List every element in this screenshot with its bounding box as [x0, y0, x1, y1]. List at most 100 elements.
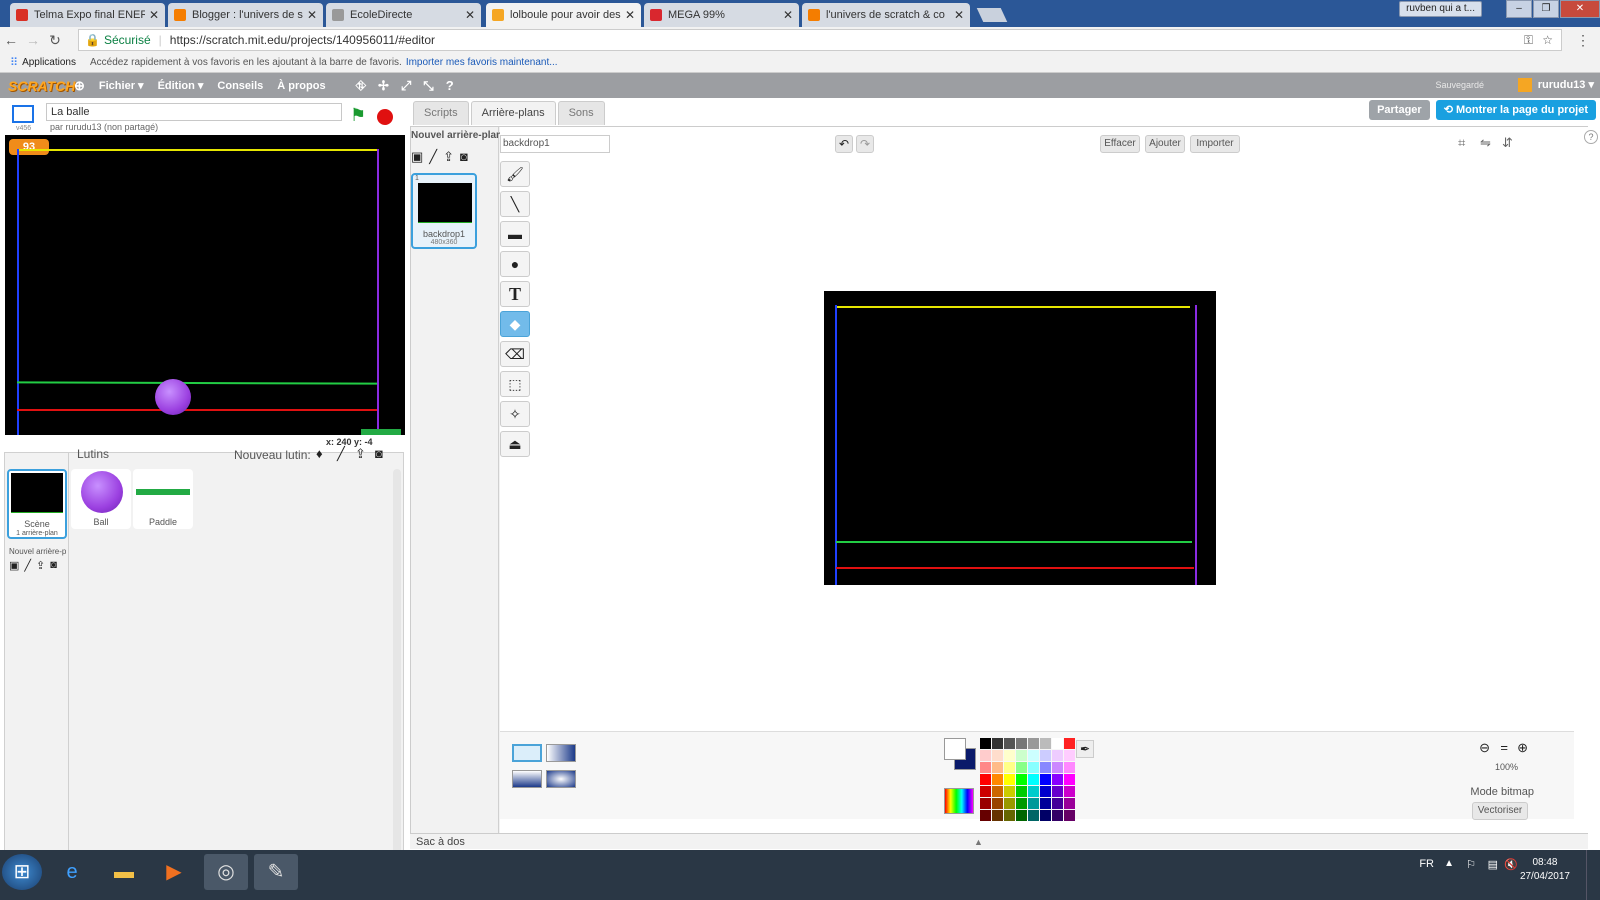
- browser-tab[interactable]: EcoleDirecte ✕: [326, 3, 481, 27]
- close-tab-icon[interactable]: ✕: [307, 8, 317, 22]
- browser-tab[interactable]: l'univers de scratch & co ✕: [802, 3, 970, 27]
- zoom-out-icon[interactable]: ⊖: [1479, 740, 1490, 756]
- globe-icon[interactable]: ⊕: [74, 78, 85, 94]
- color-swatch[interactable]: [1064, 810, 1075, 821]
- camera-backdrop-icon[interactable]: ◙: [50, 559, 57, 572]
- magic-select-tool[interactable]: ✧: [500, 401, 530, 427]
- camera-icon[interactable]: ◙: [460, 149, 468, 165]
- reload-icon[interactable]: ↻: [44, 32, 66, 49]
- zoom-reset-icon[interactable]: =: [1500, 740, 1508, 755]
- paint-backdrop-icon[interactable]: ╱: [24, 559, 31, 572]
- menu-about[interactable]: À propos: [277, 80, 325, 92]
- color-swatch[interactable]: [980, 798, 991, 809]
- brush-tool[interactable]: 🖌: [500, 161, 530, 187]
- menu-file[interactable]: Fichier ▾: [99, 79, 144, 92]
- paint-canvas[interactable]: [824, 291, 1216, 585]
- duplicate-icon[interactable]: ⛗: [356, 78, 366, 94]
- color-swatch[interactable]: [980, 810, 991, 821]
- backdrop-library-icon[interactable]: ▣: [411, 149, 423, 165]
- close-tab-icon[interactable]: ✕: [465, 8, 475, 22]
- color-swatch[interactable]: [1052, 774, 1063, 785]
- backdrop-library-icon[interactable]: ▣: [9, 559, 19, 572]
- color-swatch[interactable]: [1052, 762, 1063, 773]
- url-field[interactable]: 🔒 Sécurisé | https://scratch.mit.edu/pro…: [78, 29, 1562, 51]
- project-title-input[interactable]: La balle: [46, 103, 342, 121]
- color-swatch[interactable]: [992, 810, 1003, 821]
- color-swatch[interactable]: [1016, 750, 1027, 761]
- color-swatch[interactable]: [1004, 750, 1015, 761]
- sprite-scrollbar[interactable]: [393, 469, 401, 859]
- new-tab-button[interactable]: [976, 8, 1008, 22]
- color-swatch[interactable]: [1028, 738, 1039, 749]
- color-swatch[interactable]: [1064, 750, 1075, 761]
- stamp-tool[interactable]: ⏏: [500, 431, 530, 457]
- color-swatch[interactable]: [1064, 738, 1075, 749]
- tray-arrow-icon[interactable]: ▲: [1444, 858, 1454, 869]
- profile-badge[interactable]: ruvben qui a t...: [1399, 1, 1482, 17]
- color-swatch[interactable]: [1016, 810, 1027, 821]
- color-swatch[interactable]: [1004, 774, 1015, 785]
- media-player-icon[interactable]: ▶: [152, 854, 196, 890]
- explorer-icon[interactable]: ▬: [102, 854, 146, 890]
- zoom-in-icon[interactable]: ⊕: [1517, 740, 1528, 756]
- star-icon[interactable]: ☆: [1542, 33, 1553, 47]
- minimize-button[interactable]: –: [1506, 0, 1532, 18]
- redo-icon[interactable]: ↷: [856, 135, 874, 153]
- rectangle-tool[interactable]: ▬: [500, 221, 530, 247]
- fill-solid-option[interactable]: [512, 744, 542, 762]
- color-swatch[interactable]: [1004, 738, 1015, 749]
- color-swatch[interactable]: [1016, 774, 1027, 785]
- browser-tab[interactable]: Telma Expo final ENERGIE ✕: [10, 3, 165, 27]
- scene-thumbnail[interactable]: Scène 1 arrière-plan: [7, 469, 67, 539]
- upload-sprite-icon[interactable]: ⇪: [355, 446, 366, 462]
- color-swatch[interactable]: [992, 798, 1003, 809]
- close-tab-icon[interactable]: ✕: [625, 8, 635, 22]
- color-swatch[interactable]: [1028, 786, 1039, 797]
- ie-icon[interactable]: e: [50, 854, 94, 890]
- apps-link[interactable]: Applications: [22, 57, 76, 68]
- color-swatch[interactable]: [980, 750, 991, 761]
- expand-backpack-icon[interactable]: ▲: [974, 834, 983, 850]
- color-swatch[interactable]: [1028, 750, 1039, 761]
- paddle-sprite[interactable]: [361, 429, 401, 435]
- start-button[interactable]: ⊞: [2, 854, 42, 890]
- costume-name-input[interactable]: backdrop1: [500, 135, 610, 153]
- color-swatch[interactable]: [992, 738, 1003, 749]
- flag-icon[interactable]: ⚐: [1466, 858, 1476, 871]
- color-swatch[interactable]: [1004, 798, 1015, 809]
- share-button[interactable]: Partager: [1369, 100, 1430, 120]
- paint-sprite-icon[interactable]: ╱: [337, 446, 345, 462]
- eraser-tool[interactable]: ⌫: [500, 341, 530, 367]
- color-swatch[interactable]: [980, 762, 991, 773]
- color-swatch[interactable]: [992, 762, 1003, 773]
- color-swatch[interactable]: [1052, 810, 1063, 821]
- fill-gradient-v-option[interactable]: [512, 770, 542, 788]
- menu-edit[interactable]: Édition ▾: [158, 79, 204, 92]
- close-tab-icon[interactable]: ✕: [149, 8, 159, 22]
- key-icon[interactable]: ⚿: [1524, 33, 1533, 48]
- color-swatch[interactable]: [1004, 810, 1015, 821]
- set-costume-center-icon[interactable]: ⌗: [1458, 135, 1465, 151]
- back-icon[interactable]: ←: [0, 32, 22, 48]
- tab-scripts[interactable]: Scripts: [413, 101, 469, 125]
- sprite-library-icon[interactable]: ♦: [316, 446, 323, 461]
- volume-muted-icon[interactable]: 🔇: [1504, 858, 1518, 871]
- color-swatch[interactable]: [1052, 750, 1063, 761]
- line-tool[interactable]: ╲: [500, 191, 530, 217]
- grow-icon[interactable]: ⤢: [401, 78, 411, 94]
- clock[interactable]: 08:48 27/04/2017: [1520, 856, 1570, 884]
- flip-vertical-icon[interactable]: ⇵: [1502, 135, 1513, 151]
- shrink-icon[interactable]: ⤡: [423, 78, 433, 94]
- fill-gradient-radial-option[interactable]: [546, 770, 576, 788]
- text-tool[interactable]: T: [500, 281, 530, 307]
- color-swatch[interactable]: [1052, 738, 1063, 749]
- tab-sounds[interactable]: Sons: [557, 101, 605, 125]
- close-tab-icon[interactable]: ✕: [783, 8, 793, 22]
- color-swatch[interactable]: [1004, 762, 1015, 773]
- see-project-page-button[interactable]: ⟲ Montrer la page du projet: [1435, 100, 1596, 120]
- sprite-tile-paddle[interactable]: Paddle: [133, 469, 193, 529]
- sprite-tile-ball[interactable]: Ball: [71, 469, 131, 529]
- color-swatch[interactable]: [1064, 774, 1075, 785]
- close-tab-icon[interactable]: ✕: [954, 8, 964, 22]
- import-button[interactable]: Importer: [1190, 135, 1240, 153]
